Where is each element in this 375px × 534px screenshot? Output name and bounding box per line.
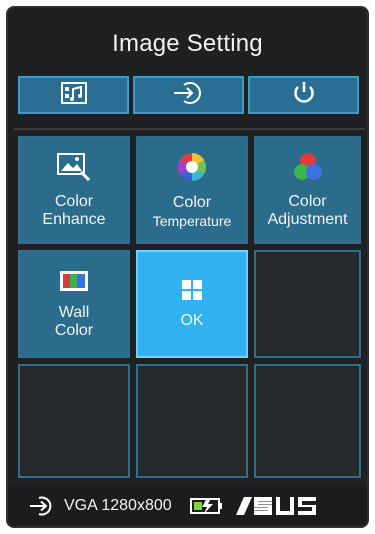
color-adjustment-tile[interactable]: Color Adjustment <box>254 136 361 244</box>
wall-color-tile[interactable]: Wall Color <box>18 250 130 358</box>
power-icon <box>290 80 318 111</box>
tile-label-line1: Color <box>288 192 327 210</box>
image-enhance-icon <box>57 152 91 187</box>
battery-charging-icon <box>189 496 224 516</box>
ok-tile[interactable]: OK <box>136 250 248 358</box>
input-source-icon <box>28 495 58 517</box>
device-screen: Image Setting Color Enhance Color Temper… <box>6 6 369 528</box>
tile-label-line1: Wall <box>58 303 90 321</box>
tile-label-line2: Color <box>54 321 94 339</box>
color-wheel-icon <box>176 151 208 188</box>
power-button[interactable] <box>248 76 359 114</box>
image-setting-button[interactable] <box>18 76 129 114</box>
status-bar: VGA 1280x800 <box>8 486 367 526</box>
source-resolution-text: VGA 1280x800 <box>64 497 172 514</box>
empty-tile <box>136 364 248 478</box>
empty-tile <box>254 250 361 358</box>
page-title: Image Setting <box>112 30 263 57</box>
tile-label-line2: Enhance <box>42 210 106 228</box>
input-source-button[interactable] <box>133 76 244 114</box>
tile-label-line1: Color <box>172 193 212 211</box>
color-temperature-tile[interactable]: Color Temperature <box>136 136 248 244</box>
input-source-icon <box>172 81 206 110</box>
tile-label: OK <box>180 311 204 329</box>
image-setting-icon <box>60 81 88 110</box>
asus-logo <box>232 495 318 517</box>
empty-tile <box>254 364 361 478</box>
grid-icon <box>181 279 203 306</box>
empty-tile <box>18 364 130 478</box>
tile-label-line2: Temperature <box>152 212 232 229</box>
divider <box>14 128 365 130</box>
rgb-circles-icon <box>292 152 324 187</box>
color-enhance-tile[interactable]: Color Enhance <box>18 136 130 244</box>
tile-label-line2: Adjustment <box>267 210 348 228</box>
tile-label-line1: Color <box>54 192 94 210</box>
top-toolbar <box>18 76 359 114</box>
wall-color-icon <box>59 269 89 298</box>
